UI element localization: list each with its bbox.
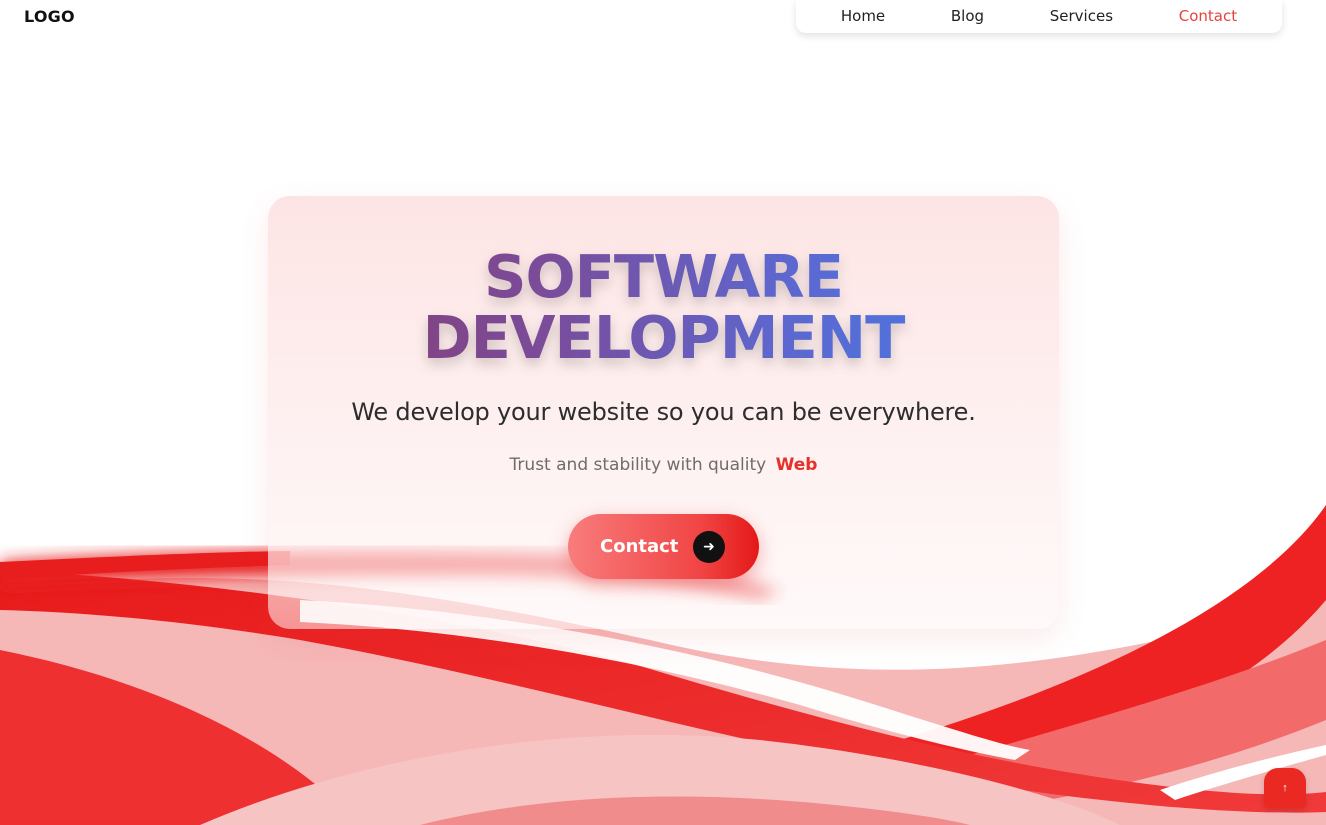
- cta-label: Contact: [600, 536, 679, 557]
- tagline-accent: Web: [775, 455, 818, 475]
- arrow-up-icon: ↑: [1282, 782, 1288, 794]
- nav-contact[interactable]: Contact: [1179, 7, 1237, 25]
- logo[interactable]: LOGO: [24, 7, 75, 26]
- hero-subtitle: We develop your website so you can be ev…: [351, 398, 976, 426]
- main-nav: Home Blog Services Contact: [796, 0, 1282, 33]
- nav-home[interactable]: Home: [841, 7, 885, 25]
- nav-services[interactable]: Services: [1050, 7, 1113, 25]
- nav-blog[interactable]: Blog: [951, 7, 984, 25]
- hero-card: SOFTWARE DEVELOPMENT We develop your web…: [268, 196, 1059, 629]
- tagline-text: Trust and stability with quality: [509, 455, 767, 475]
- hero-tagline: Trust and stability with quality Web: [268, 455, 1059, 475]
- landing-page: LOGO Home Blog Services Contact SOFTWARE…: [0, 0, 1326, 825]
- contact-cta-button[interactable]: Contact ➜: [568, 514, 759, 579]
- hero-title-line-1: SOFTWARE: [268, 246, 1059, 307]
- hero-title-line-2: DEVELOPMENT: [268, 307, 1059, 368]
- scroll-to-top-button[interactable]: ↑: [1264, 768, 1306, 808]
- arrow-right-icon: ➜: [693, 531, 725, 563]
